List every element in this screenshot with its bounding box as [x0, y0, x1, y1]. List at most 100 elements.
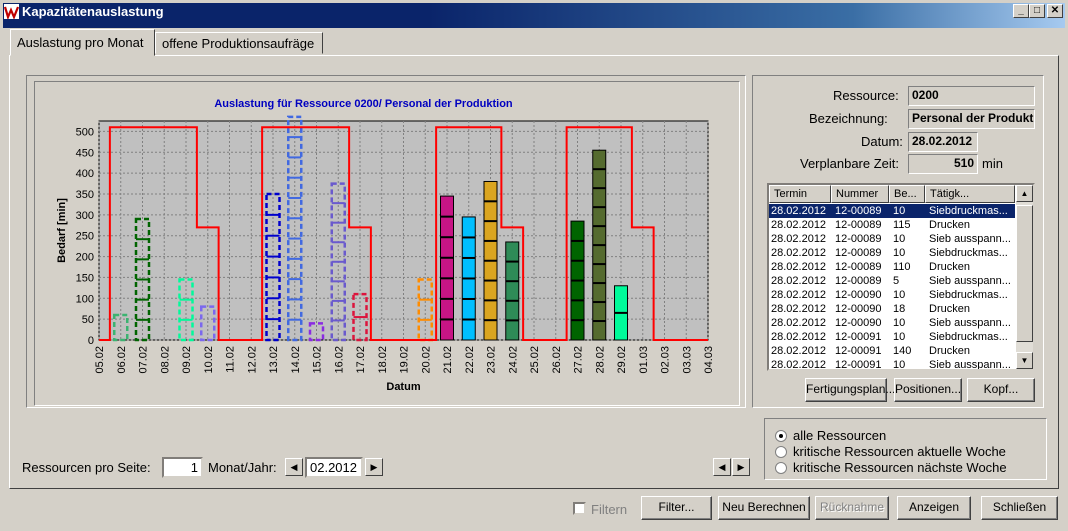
list-item[interactable]: 28.02.2012 12-00090 10 Sieb ausspann... — [769, 316, 1015, 330]
x-tick-label: 25.02 — [529, 346, 541, 374]
fertigungsplan-button[interactable]: Fertigungsplan... — [805, 378, 895, 402]
radio-kritische-naechste-woche[interactable] — [775, 462, 787, 474]
scroll-thumb[interactable] — [1016, 205, 1033, 342]
filtern-checkbox[interactable] — [573, 502, 586, 515]
column-header-taetigkeit[interactable]: Tätigk... — [925, 185, 1015, 203]
list-cell: Drucken — [929, 261, 970, 273]
x-tick-label: 23.02 — [486, 346, 498, 374]
x-tick-label: 18.02 — [377, 346, 389, 374]
list-cell: Siebdruckmas... — [929, 247, 1008, 259]
schliessen-button[interactable]: Schließen — [981, 496, 1058, 520]
list-item[interactable]: 28.02.2012 12-00089 10 Siebdruckmas... — [769, 204, 1015, 218]
column-header-termin[interactable]: Termin — [769, 185, 831, 203]
list-cell: 12-00090 — [835, 317, 882, 329]
list-item[interactable]: 28.02.2012 12-00089 10 Siebdruckmas... — [769, 246, 1015, 260]
tab-auslastung-pro-monat[interactable]: Auslastung pro Monat — [10, 29, 155, 56]
list-cell: 12-00089 — [835, 233, 882, 245]
x-axis-label: Datum — [386, 381, 420, 393]
x-tick-label: 02.03 — [660, 346, 672, 374]
x-tick-label: 03.03 — [681, 346, 693, 374]
list-item[interactable]: 28.02.2012 12-00091 10 Sieb ausspann... — [769, 358, 1015, 371]
y-tick-label: 500 — [76, 126, 94, 138]
neu-berechnen-button[interactable]: Neu Berechnen — [718, 496, 810, 520]
list-cell: 28.02.2012 — [771, 233, 827, 245]
next-month-button[interactable]: ▶ — [365, 458, 383, 476]
positionen-button[interactable]: Positionen... — [894, 378, 962, 402]
radio-label-alle-ressourcen: alle Ressourcen — [793, 428, 887, 443]
x-tick-label: 22.02 — [464, 346, 476, 374]
previous-resource-button[interactable]: ◀ — [713, 458, 731, 476]
x-tick-label: 05.02 — [94, 346, 106, 374]
list-cell: 12-00089 — [835, 205, 882, 217]
list-cell: 115 — [893, 219, 911, 231]
list-item[interactable]: 28.02.2012 12-00089 10 Sieb ausspann... — [769, 232, 1015, 246]
anzeigen-button[interactable]: Anzeigen — [897, 496, 971, 520]
list-item[interactable]: 28.02.2012 12-00089 5 Sieb ausspann... — [769, 274, 1015, 288]
list-item[interactable]: 28.02.2012 12-00089 115 Drucken — [769, 218, 1015, 232]
y-tick-label: 150 — [76, 272, 94, 284]
list-cell: Sieb ausspann... — [929, 233, 1011, 245]
y-tick-label: 50 — [82, 314, 94, 326]
kopf-button[interactable]: Kopf... — [967, 378, 1035, 402]
x-tick-label: 07.02 — [138, 346, 150, 374]
filter-button[interactable]: Filter... — [641, 496, 712, 520]
list-cell: 10 — [893, 317, 906, 329]
x-tick-label: 26.02 — [551, 346, 563, 374]
list-cell: Drucken — [929, 219, 970, 231]
x-tick-label: 16.02 — [333, 346, 345, 374]
close-button[interactable]: ✕ — [1047, 4, 1063, 18]
y-tick-label: 0 — [88, 335, 94, 347]
list-cell: 10 — [893, 331, 906, 343]
y-tick-label: 200 — [76, 252, 94, 264]
list-cell: 140 — [893, 345, 912, 357]
list-cell: Sieb ausspann... — [929, 275, 1011, 287]
list-cell: 12-00089 — [835, 219, 882, 231]
radio-label-kritische-naechste-woche: kritische Ressourcen nächste Woche — [793, 460, 1007, 475]
ruecknahme-button[interactable]: Rücknahme — [815, 496, 889, 520]
list-cell: Drucken — [929, 345, 970, 357]
list-cell: 10 — [893, 247, 906, 259]
ressourcen-pro-seite-input[interactable]: 1 — [162, 457, 203, 478]
list-cell: 12-00091 — [835, 331, 882, 343]
list-item[interactable]: 28.02.2012 12-00091 10 Siebdruckmas... — [769, 330, 1015, 344]
list-cell: Sieb ausspann... — [929, 317, 1011, 329]
scroll-down-button[interactable]: ▼ — [1016, 352, 1033, 369]
maximize-button[interactable]: □ — [1029, 4, 1045, 18]
list-cell: 110 — [893, 261, 911, 273]
maximize-icon: □ — [1033, 5, 1041, 16]
x-tick-label: 17.02 — [355, 346, 367, 374]
list-item[interactable]: 28.02.2012 12-00089 110 Drucken — [769, 260, 1015, 274]
capacity-chart[interactable]: Auslastung für Ressource 0200/ Personal … — [35, 82, 739, 405]
app-icon — [4, 4, 19, 19]
radio-kritische-aktuelle-woche[interactable] — [775, 446, 787, 458]
radio-alle-ressourcen[interactable] — [775, 430, 787, 442]
list-item[interactable]: 28.02.2012 12-00090 10 Siebdruckmas... — [769, 288, 1015, 302]
y-axis-label: Bedarf [min] — [56, 198, 68, 263]
tab-offene-produktionsauftraege[interactable]: offene Produktionsaufräge — [155, 32, 323, 54]
column-header-nummer[interactable]: Nummer — [831, 185, 889, 203]
column-header-bedarf[interactable]: Be... — [889, 185, 925, 203]
list-item[interactable]: 28.02.2012 12-00090 18 Drucken — [769, 302, 1015, 316]
list-cell: 10 — [893, 233, 906, 245]
list-cell: 28.02.2012 — [771, 331, 827, 343]
minimize-button[interactable]: _ — [1013, 4, 1029, 18]
previous-month-button[interactable]: ◀ — [285, 458, 303, 476]
minimize-icon: _ — [1018, 5, 1024, 16]
next-resource-button[interactable]: ▶ — [732, 458, 750, 476]
scroll-up-button[interactable]: ▲ — [1016, 185, 1033, 202]
x-tick-label: 28.02 — [594, 346, 606, 374]
list-scrollbar[interactable]: ▲ ▼ — [1016, 185, 1033, 369]
list-item[interactable]: 28.02.2012 12-00091 140 Drucken — [769, 344, 1015, 358]
x-tick-label: 11.02 — [225, 346, 237, 373]
list-cell: 12-00090 — [835, 289, 882, 301]
monat-jahr-input[interactable]: 02.2012 — [305, 457, 363, 478]
list-cell: 28.02.2012 — [771, 359, 827, 371]
arrow-right-icon: ▶ — [370, 462, 378, 472]
x-tick-label: 24.02 — [507, 346, 519, 374]
radio-label-kritische-aktuelle-woche: kritische Ressourcen aktuelle Woche — [793, 444, 1006, 459]
x-tick-label: 06.02 — [116, 346, 128, 374]
arrow-left-icon: ◀ — [290, 462, 298, 472]
list-cell: 28.02.2012 — [771, 345, 827, 357]
operations-list[interactable]: Termin Nummer Be... Tätigk... 28.02.2012… — [767, 183, 1035, 371]
x-tick-label: 09.02 — [181, 346, 193, 374]
